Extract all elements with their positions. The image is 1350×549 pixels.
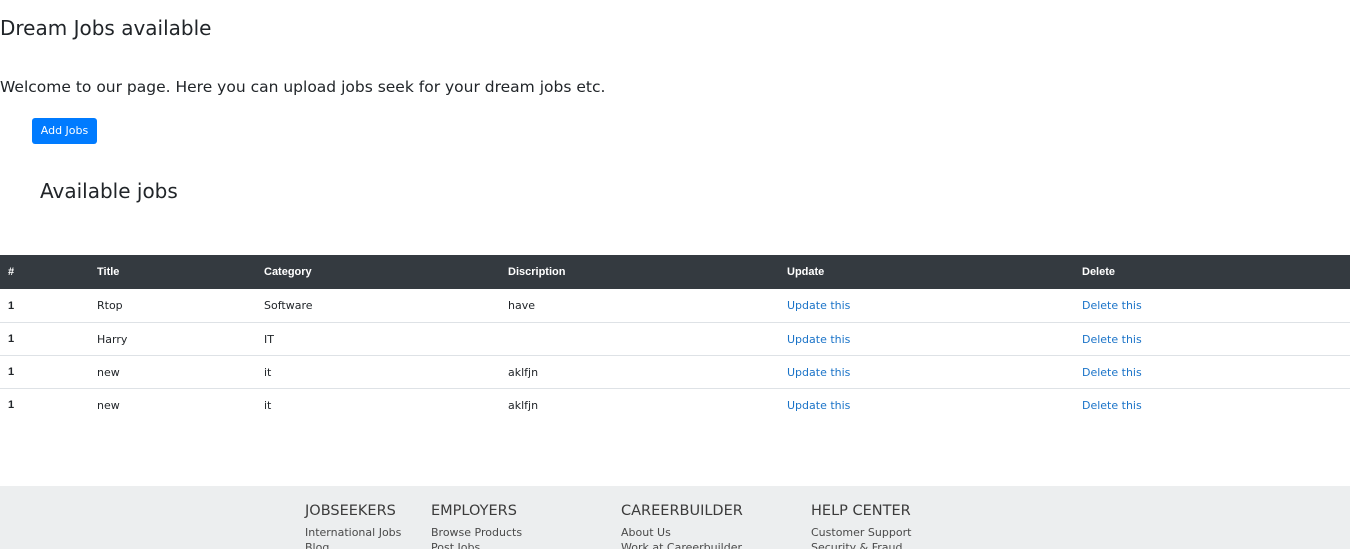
update-link[interactable]: Update this: [787, 333, 850, 346]
cell-update: Update this: [787, 388, 1082, 421]
add-jobs-button[interactable]: Add Jobs: [32, 118, 97, 144]
jobs-table-header: # Title Category Discription Update Dele…: [0, 255, 1350, 289]
cell-number: 1: [8, 299, 15, 312]
footer-column-help-center: HELP CENTER Customer Support Security & …: [811, 502, 911, 549]
cell-delete: Delete this: [1082, 289, 1350, 323]
available-jobs-heading: Available jobs: [40, 179, 178, 203]
footer-column-jobseekers: JOBSEEKERS International Jobs Blog: [305, 502, 401, 549]
jobs-table: # Title Category Discription Update Dele…: [0, 255, 1350, 421]
footer-heading: EMPLOYERS: [431, 503, 517, 519]
cell-category: IT: [264, 322, 508, 356]
header-row: # Title Category Discription Update Dele…: [0, 255, 1350, 289]
cell-number: 1: [0, 388, 97, 421]
table-row: 1 new it aklfjn Update this Delete this: [0, 388, 1350, 421]
footer-link[interactable]: Browse Products: [431, 526, 522, 540]
update-link[interactable]: Update this: [787, 399, 850, 412]
column-header-category: Category: [264, 266, 312, 278]
table-row: 1 Harry IT Update this Delete this: [0, 322, 1350, 356]
table-row: 1 Rtop Software have Update this Delete …: [0, 289, 1350, 323]
footer-link[interactable]: Customer Support: [811, 526, 911, 540]
cell-title: Harry: [97, 322, 264, 356]
cell-category: it: [264, 355, 508, 389]
cell-number: 1: [0, 355, 97, 389]
page: Dream Jobs available Welcome to our page…: [0, 0, 1350, 549]
cell-category: it: [264, 388, 508, 421]
cell-category: Software: [264, 299, 313, 312]
footer-link[interactable]: Post Jobs: [431, 541, 522, 549]
cell-title: new: [97, 388, 264, 421]
cell-update: Update this: [787, 322, 1082, 356]
footer-link[interactable]: Security & Fraud: [811, 541, 911, 549]
footer-heading: JOBSEEKERS: [305, 503, 396, 519]
cell-title: Rtop: [97, 299, 123, 312]
cell-description: have: [508, 299, 535, 312]
cell-delete: Delete this: [1082, 322, 1350, 356]
delete-link[interactable]: Delete this: [1082, 366, 1142, 379]
delete-link[interactable]: Delete this: [1082, 333, 1142, 346]
cell-number: 1: [0, 322, 97, 356]
cell-delete: Delete this: [1082, 388, 1350, 421]
footer-link[interactable]: Work at Careerbuilder: [621, 541, 743, 549]
delete-link[interactable]: Delete this: [1082, 299, 1142, 312]
cell-description: aklfjn: [508, 355, 787, 389]
footer-link[interactable]: Blog: [305, 541, 401, 549]
cell-update: Update this: [787, 355, 1082, 389]
column-header-number: #: [8, 266, 15, 278]
footer-heading: CAREERBUILDER: [621, 503, 743, 519]
cell-description: [508, 322, 787, 356]
footer-heading: HELP CENTER: [811, 503, 911, 519]
column-header-description: Discription: [508, 266, 566, 278]
column-header-delete: Delete: [1082, 266, 1116, 278]
update-link[interactable]: Update this: [787, 366, 850, 379]
jobs-table-body: 1 Rtop Software have Update this Delete …: [0, 289, 1350, 421]
table-row: 1 new it aklfjn Update this Delete this: [0, 355, 1350, 389]
footer-column-employers: EMPLOYERS Browse Products Post Jobs: [431, 502, 522, 549]
delete-link[interactable]: Delete this: [1082, 399, 1142, 412]
update-link[interactable]: Update this: [787, 299, 850, 312]
footer-link[interactable]: About Us: [621, 526, 743, 540]
cell-title: new: [97, 355, 264, 389]
footer-column-careerbuilder: CAREERBUILDER About Us Work at Careerbui…: [621, 502, 743, 549]
column-header-title: Title: [97, 266, 120, 278]
footer: JOBSEEKERS International Jobs Blog EMPLO…: [0, 486, 1350, 549]
page-title: Dream Jobs available: [0, 16, 212, 40]
footer-link[interactable]: International Jobs: [305, 526, 401, 540]
welcome-text: Welcome to our page. Here you can upload…: [0, 78, 606, 96]
cell-description: aklfjn: [508, 388, 787, 421]
cell-delete: Delete this: [1082, 355, 1350, 389]
cell-update: Update this: [787, 289, 1082, 323]
column-header-update: Update: [787, 266, 825, 278]
